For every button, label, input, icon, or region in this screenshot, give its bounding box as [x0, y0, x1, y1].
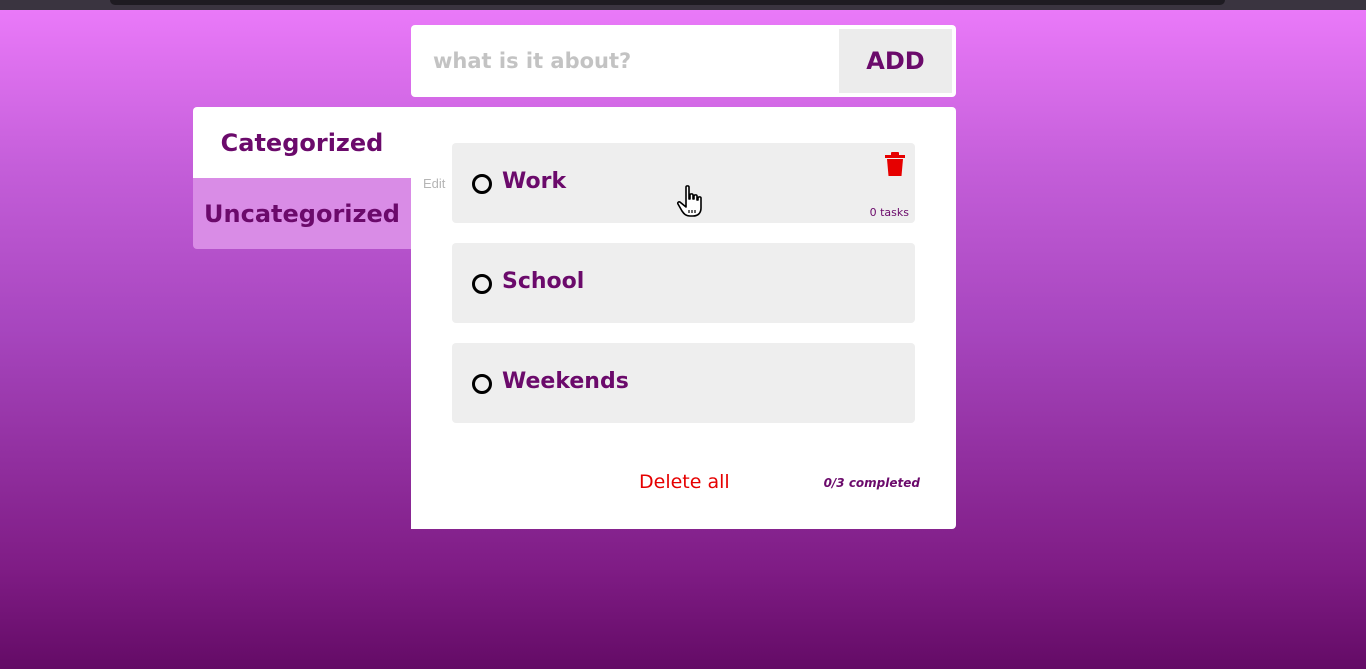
add-button[interactable]: ADD: [839, 29, 952, 93]
tab-categorized[interactable]: Categorized: [193, 107, 411, 178]
circle-outline-icon[interactable]: [472, 374, 492, 394]
category-input[interactable]: [411, 25, 831, 97]
category-title: Weekends: [502, 369, 629, 394]
category-card[interactable]: Weekends: [452, 343, 915, 423]
add-category-form: ADD: [411, 25, 956, 97]
tab-uncategorized[interactable]: Uncategorized: [193, 178, 411, 249]
trash-icon[interactable]: [884, 152, 906, 176]
category-title: School: [502, 269, 585, 294]
edit-link[interactable]: Edit: [423, 176, 445, 191]
circle-outline-icon[interactable]: [472, 174, 492, 194]
completed-count: 0/3 completed: [823, 476, 920, 490]
category-title: Work: [502, 169, 567, 194]
circle-outline-icon[interactable]: [472, 274, 492, 294]
category-card[interactable]: School: [452, 243, 915, 323]
browser-top-bar: [0, 0, 1366, 10]
categories-panel: Edit Work 0 tasks School Weekends Delete…: [411, 107, 956, 529]
hand-pointer-cursor: [676, 185, 702, 217]
browser-top-bar-inner: [110, 0, 1225, 5]
delete-all-button[interactable]: Delete all: [639, 471, 730, 493]
task-count: 0 tasks: [869, 206, 909, 219]
